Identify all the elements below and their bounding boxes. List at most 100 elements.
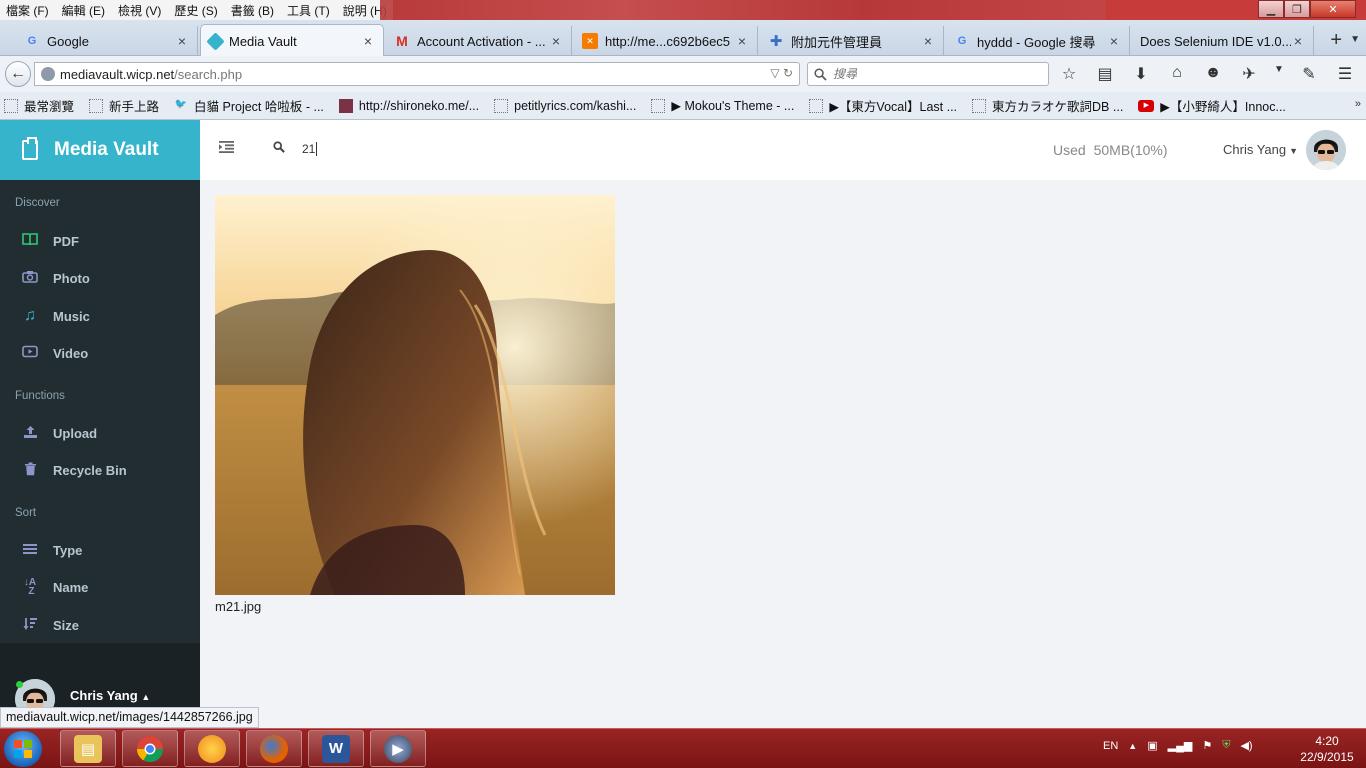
sidebar-item-photo[interactable]: Photo <box>0 260 200 296</box>
notepad-icon[interactable]: ✎ <box>1298 64 1320 84</box>
security-shield-icon[interactable]: ⛨ <box>1222 739 1230 752</box>
address-bar[interactable]: mediavault.wicp.net /search.php ▽ ↻ <box>34 62 800 86</box>
tab-label: Google <box>47 33 89 49</box>
close-icon[interactable]: × <box>175 33 189 49</box>
reload-icon[interactable]: ▽ ↻ <box>770 66 793 80</box>
chat-icon[interactable]: ☻ <box>1202 64 1224 84</box>
close-icon[interactable]: × <box>549 33 563 49</box>
menu-file[interactable]: 檔案 (F) <box>6 2 49 19</box>
hamburger-menu-icon[interactable]: ☰ <box>1334 64 1356 84</box>
taskbar-explorer[interactable]: ▤ <box>60 730 116 767</box>
bookmark-item[interactable]: ▶ ▶【小野綺人】Innoc... <box>1138 96 1286 115</box>
bookmark-label: 新手上路 <box>109 100 160 114</box>
menu-tools[interactable]: 工具 (T) <box>287 2 330 19</box>
online-status-dot <box>16 681 23 688</box>
tab-selenium[interactable]: Does Selenium IDE v1.0.... × <box>1132 26 1314 56</box>
bookmark-item[interactable]: petitlyrics.com/kashi... <box>494 98 636 113</box>
media-player-icon: ▶ <box>384 734 412 763</box>
close-window-button[interactable]: ✕ <box>1310 0 1356 18</box>
sidebar-item-video[interactable]: Video <box>0 335 200 371</box>
start-button[interactable] <box>4 731 42 767</box>
taskbar-media-player[interactable]: ▶ <box>370 730 426 767</box>
close-icon[interactable]: × <box>921 33 935 49</box>
menu-history[interactable]: 歷史 (S) <box>174 2 217 19</box>
bookmarks-toolbar: 最常瀏覽 新手上路 🐦 白貓 Project 哈啦板 - ... http://s… <box>0 92 1366 120</box>
taskbar-word[interactable]: W <box>308 730 364 767</box>
bookmark-label: http://shironeko.me/... <box>358 98 480 113</box>
tab-addons-manager[interactable]: ✚ 附加元件管理員 × <box>760 26 944 56</box>
tab-account-activation[interactable]: M Account Activation - ... × <box>386 26 572 56</box>
photo-thumbnail[interactable] <box>215 195 615 595</box>
photo-filename[interactable]: m21.jpg <box>215 599 615 614</box>
flag-icon[interactable]: ⚑ <box>1202 739 1212 752</box>
volume-icon[interactable]: ◀) <box>1240 739 1252 752</box>
download-icon[interactable]: ⬇ <box>1130 64 1152 84</box>
media-vault-app: Media Vault Discover PDF Photo ♫ Music V… <box>0 120 1366 728</box>
device-icon[interactable]: ▣ <box>1147 739 1157 752</box>
taskbar-chrome[interactable] <box>122 730 178 767</box>
menu-edit[interactable]: 編輯 (E) <box>62 2 105 19</box>
back-button[interactable]: ← <box>5 61 31 87</box>
brand[interactable]: Media Vault <box>0 120 200 180</box>
sidebar-item-pdf[interactable]: PDF <box>0 223 200 259</box>
window-controls: ▁ ❐ ✕ <box>1258 0 1356 18</box>
new-tab-button[interactable]: + <box>1330 29 1342 52</box>
video-icon <box>22 345 38 361</box>
image-icon <box>338 98 353 113</box>
tab-media-vault[interactable]: Media Vault × <box>200 24 384 57</box>
sidebar-toggle-icon[interactable] <box>219 140 234 157</box>
close-icon[interactable]: × <box>1107 33 1121 49</box>
selenium-icon[interactable]: ✈ <box>1238 64 1260 84</box>
page-icon <box>89 98 104 113</box>
tab-list-icon[interactable]: ▼ <box>1350 34 1360 45</box>
bookmark-item[interactable]: ▶【東方Vocal】Last ... <box>809 96 957 115</box>
tab-google[interactable]: G Google × <box>16 26 198 56</box>
sidebar-item-sort-size[interactable]: Size <box>0 607 200 643</box>
bookmark-item[interactable]: 最常瀏覽 <box>4 96 74 115</box>
bookmark-item[interactable]: ▶ Mokou's Theme - ... <box>651 98 794 113</box>
user-menu[interactable]: Chris Yang ▼ <box>1223 142 1298 157</box>
sidebar-item-upload[interactable]: Upload <box>0 415 200 451</box>
sidebar-item-sort-type[interactable]: Type <box>0 532 200 568</box>
sidebar-item-label: Music <box>53 308 90 324</box>
web-search-box[interactable] <box>807 62 1049 86</box>
home-icon[interactable]: ⌂ <box>1166 64 1188 84</box>
sidebar-item-music[interactable]: ♫ Music <box>0 298 200 334</box>
show-hidden-icons-icon[interactable]: ▲ <box>1128 741 1137 751</box>
close-icon[interactable]: × <box>735 33 749 49</box>
brand-name: Media Vault <box>54 139 159 160</box>
sidebar-item-recycle-bin[interactable]: Recycle Bin <box>0 452 200 488</box>
dropdown-icon[interactable]: ▼ <box>1274 64 1284 84</box>
bookmark-item[interactable]: 新手上路 <box>89 96 159 115</box>
avatar[interactable] <box>1306 130 1346 170</box>
language-indicator[interactable]: EN <box>1103 740 1118 752</box>
bookmark-item[interactable]: http://shironeko.me/... <box>338 98 480 113</box>
web-search-input[interactable] <box>833 67 1033 81</box>
taskbar-firefox[interactable] <box>246 730 302 767</box>
chevron-right-icon[interactable]: » <box>1355 98 1361 110</box>
maximize-button[interactable]: ❐ <box>1284 0 1310 18</box>
storage-usage: Used 50MB(10%) <box>1053 142 1168 158</box>
bookmark-item[interactable]: 東方カラオケ歌詞DB ... <box>972 96 1123 115</box>
menu-view[interactable]: 檢視 (V) <box>118 2 161 19</box>
browser-menu: 檔案 (F) 編輯 (E) 檢視 (V) 歷史 (S) 書籤 (B) 工具 (T… <box>0 0 393 20</box>
search-icon[interactable] <box>273 141 285 156</box>
menu-bookmarks[interactable]: 書籤 (B) <box>231 2 274 19</box>
photo-result-card[interactable]: m21.jpg <box>215 195 615 614</box>
search-input[interactable]: 21 <box>302 142 318 156</box>
minimize-button[interactable]: ▁ <box>1258 0 1284 18</box>
tab-xampp[interactable]: ✕ http://me...c692b6ec5 × <box>574 26 758 56</box>
page-icon <box>494 98 509 113</box>
sidebar-item-sort-name[interactable]: ↓A Z Name <box>0 569 200 605</box>
upload-icon <box>22 425 38 442</box>
toolbar-icons: ☆ ▤ ⬇ ⌂ ☻ ✈ ▼ ✎ ☰ <box>1058 64 1356 84</box>
taskbar-weather[interactable] <box>184 730 240 767</box>
close-icon[interactable]: × <box>1291 33 1305 49</box>
close-icon[interactable]: × <box>361 33 375 49</box>
tab-hyddd-search[interactable]: G hyddd - Google 搜尋 × <box>946 26 1130 56</box>
system-clock[interactable]: 4:20 22/9/2015 <box>1292 733 1362 765</box>
reading-list-icon[interactable]: ▤ <box>1094 64 1116 84</box>
bookmark-item[interactable]: 🐦 白貓 Project 哈啦板 - ... <box>174 96 324 115</box>
signal-icon[interactable]: ▂▄▆ <box>1168 739 1193 752</box>
star-icon[interactable]: ☆ <box>1058 64 1080 84</box>
